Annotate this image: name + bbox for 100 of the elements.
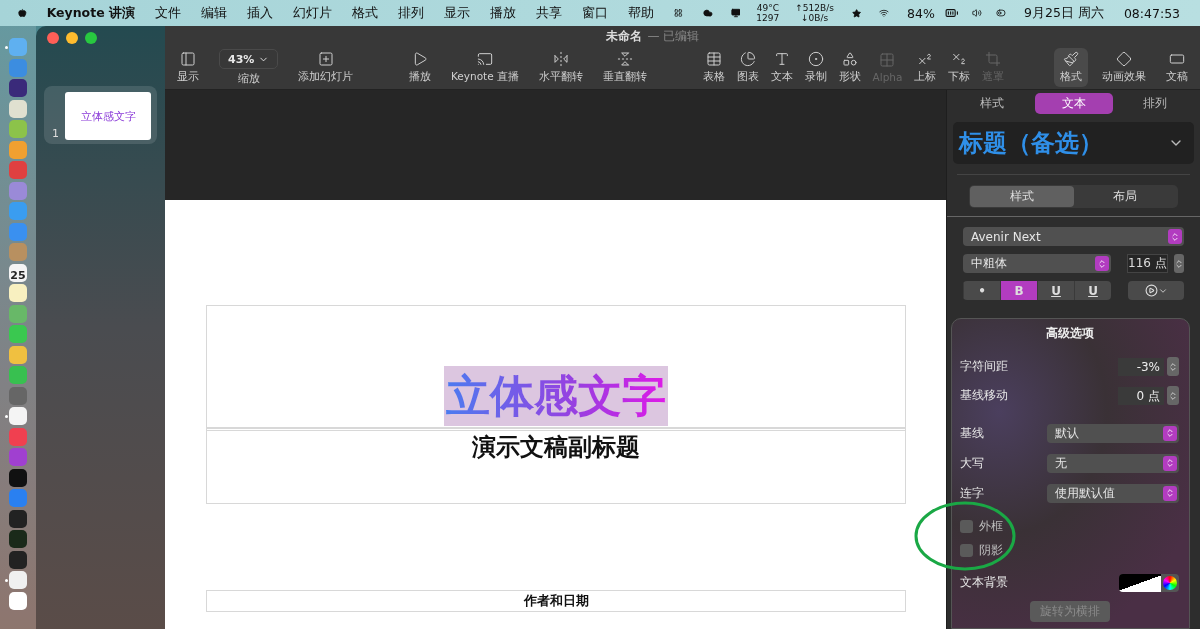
- option-label: 基线移动: [960, 388, 1008, 403]
- toolbar-button[interactable]: 文本: [764, 48, 799, 87]
- menu-item[interactable]: 文件: [145, 4, 191, 22]
- app-icon[interactable]: [9, 530, 27, 548]
- stepper-arrows-icon: [1163, 485, 1177, 501]
- toolbar-button[interactable]: 垂直翻转: [596, 48, 653, 87]
- text-icon: [773, 51, 790, 67]
- paragraph-style-dropdown[interactable]: 标题（备选）: [953, 122, 1194, 164]
- toolbar-button[interactable]: 形状: [832, 48, 867, 87]
- toolbar-button[interactable]: 上标: [908, 48, 943, 87]
- toolbar-button[interactable]: 文稿: [1160, 48, 1194, 87]
- option-dropdown[interactable]: 默认: [1047, 423, 1179, 443]
- size-field[interactable]: 116 点: [1127, 254, 1168, 273]
- slide-thumbnail-item[interactable]: 1 立体感文字: [44, 86, 157, 144]
- app-icon[interactable]: [9, 407, 27, 425]
- option-dropdown[interactable]: 无: [1047, 453, 1179, 473]
- sidebar-icon: [180, 51, 196, 67]
- toolbar-button[interactable]: 录制: [798, 48, 833, 87]
- fan-speed-text: 1297: [756, 13, 780, 23]
- app-icon[interactable]: [9, 571, 27, 589]
- segment-tab[interactable]: 布局: [1073, 186, 1177, 207]
- number-field[interactable]: -3%: [1118, 357, 1164, 376]
- zoom-dropdown[interactable]: 43%: [219, 49, 279, 69]
- table-icon: [705, 51, 722, 67]
- toolbar-button[interactable]: 图表: [730, 48, 765, 87]
- stepper-arrows-icon: [1168, 229, 1182, 244]
- toolbar-button[interactable]: 水平翻转: [532, 48, 589, 87]
- stepper-arrows-icon: [1163, 455, 1177, 471]
- toolbar-button[interactable]: 添加幻灯片: [292, 48, 360, 87]
- stepper[interactable]: [1167, 357, 1179, 376]
- menu-item[interactable]: 幻灯片: [283, 4, 342, 22]
- minimize-button[interactable]: [66, 32, 78, 44]
- grid-icon[interactable]: [674, 6, 683, 20]
- app-icon[interactable]: [9, 284, 27, 302]
- checkbox[interactable]: [960, 543, 973, 557]
- app-icon[interactable]: [9, 345, 27, 364]
- date-text[interactable]: 9月25日 周六: [1014, 4, 1114, 22]
- menu-item[interactable]: 格式: [342, 4, 388, 22]
- stepper[interactable]: [1167, 386, 1179, 405]
- number-field[interactable]: 0 点: [1118, 386, 1164, 405]
- pie-chart-icon: [739, 51, 756, 67]
- app-icon[interactable]: [9, 591, 27, 610]
- option-label: 文本背景: [960, 575, 1008, 590]
- toolbar-button[interactable]: Keynote 直播: [444, 48, 525, 87]
- inspector-tab[interactable]: 排列: [1116, 93, 1194, 114]
- inspector-tab[interactable]: 样式: [953, 93, 1031, 114]
- zoom-button[interactable]: [85, 32, 97, 44]
- circle-play-icon: [1144, 284, 1158, 297]
- flip-vertical-icon: [616, 51, 633, 67]
- upload-speed-text: ↑512B/s: [795, 3, 834, 13]
- font-dropdown[interactable]: Avenir Next: [963, 227, 1184, 246]
- record-icon: [807, 51, 824, 67]
- options-button[interactable]: [1128, 281, 1184, 300]
- menu-item[interactable]: 插入: [237, 4, 283, 22]
- window-title: 未命名: [605, 27, 642, 45]
- menu-item[interactable]: 播放: [480, 4, 526, 22]
- style-button[interactable]: U: [1037, 281, 1074, 300]
- menu-item[interactable]: 显示: [434, 4, 480, 22]
- option-dropdown[interactable]: 使用默认值: [1047, 483, 1179, 503]
- app-icon[interactable]: [9, 509, 27, 528]
- app-icon[interactable]: [9, 468, 27, 487]
- document-icon: [1169, 51, 1185, 67]
- inspector-tab[interactable]: 文本: [1034, 93, 1113, 114]
- diamond-icon: [1116, 51, 1132, 67]
- toolbar-button[interactable]: 显示: [171, 48, 205, 87]
- menu-item[interactable]: 窗口: [572, 4, 618, 22]
- close-button[interactable]: [47, 32, 59, 44]
- menu-item[interactable]: 排列: [388, 4, 434, 22]
- superscript-icon: [917, 51, 934, 67]
- color-well[interactable]: [1119, 573, 1179, 592]
- app-icon[interactable]: [9, 79, 27, 97]
- style-button[interactable]: U: [1074, 281, 1111, 300]
- slide-title: 立体感文字: [444, 370, 668, 421]
- grid-icon: [879, 52, 896, 68]
- popover-title: 高级选项: [1045, 325, 1094, 342]
- apple-icon: [18, 6, 27, 20]
- size-stepper[interactable]: [1173, 254, 1184, 273]
- toolbar-button[interactable]: 下标: [942, 48, 977, 87]
- segment-tab[interactable]: 样式: [970, 186, 1074, 207]
- thumbnail-title: 立体感文字: [80, 108, 136, 124]
- menu-item[interactable]: Keynote 讲演: [36, 4, 145, 22]
- checkbox[interactable]: [960, 519, 973, 533]
- menu-item[interactable]: 共享: [526, 4, 572, 22]
- option-label: 连字: [960, 485, 984, 501]
- weight-dropdown[interactable]: 中粗体: [963, 254, 1111, 273]
- author-date-text: 作者和日期: [523, 592, 589, 610]
- toolbar-button[interactable]: 播放: [402, 48, 437, 87]
- menu-item[interactable]: 编辑: [191, 4, 237, 22]
- toolbar-button[interactable]: 43% 缩放: [213, 46, 285, 89]
- app-icon[interactable]: [9, 99, 27, 118]
- app-icon[interactable]: [9, 550, 27, 569]
- toolbar-button[interactable]: 表格: [696, 48, 731, 87]
- style-button[interactable]: B: [1000, 281, 1037, 300]
- stepper-arrows-icon: [1163, 425, 1177, 441]
- toolbar-button[interactable]: 格式: [1054, 48, 1088, 87]
- menu-item[interactable]: 帮助: [618, 4, 664, 22]
- app-icon[interactable]: 25: [9, 263, 27, 282]
- clock-text[interactable]: 08:47:53: [1113, 5, 1191, 21]
- toolbar-button[interactable]: 动画效果: [1096, 48, 1152, 87]
- stepper-arrows-icon: [1168, 390, 1178, 401]
